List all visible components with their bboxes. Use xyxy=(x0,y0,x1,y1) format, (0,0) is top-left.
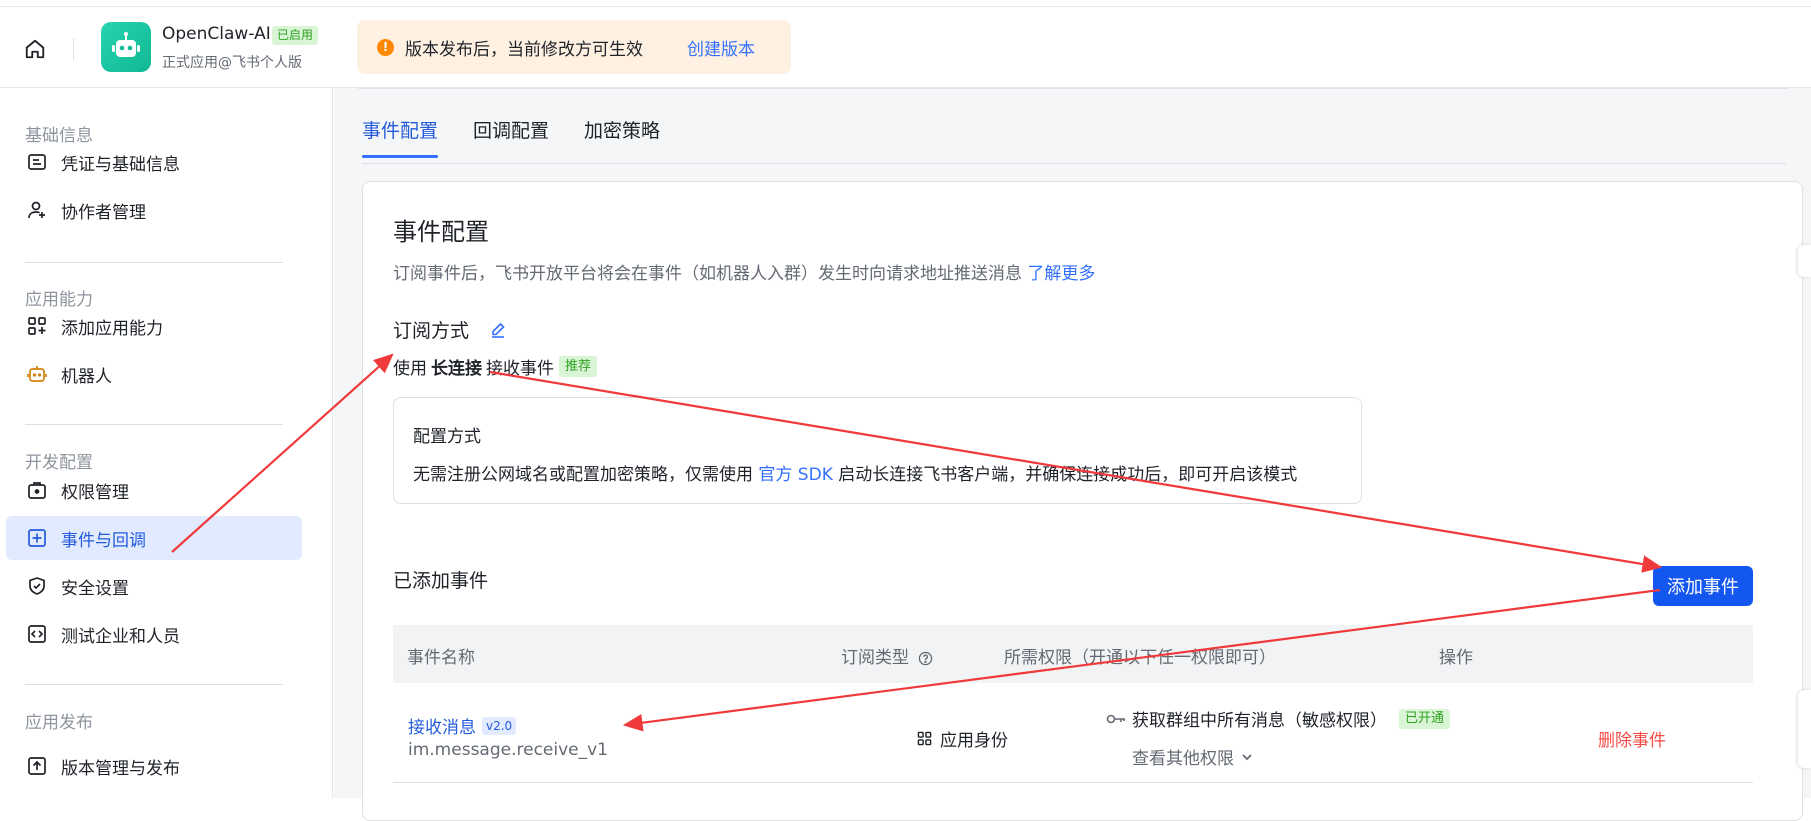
col-header-permission: 所需权限（开通以下任一权限即可） xyxy=(1004,648,1276,668)
permission-enabled-badge: 已开通 xyxy=(1399,708,1451,729)
tab-event-config[interactable]: 事件配置 xyxy=(362,116,439,158)
tab-underline-rule xyxy=(362,163,1786,164)
mode-suffix: 接收事件 xyxy=(486,359,554,379)
view-more-permissions[interactable]: 查看其他权限 xyxy=(1132,744,1254,769)
table-header: 事件名称 订阅类型 所需权限（开通以下任一权限即可） 操作 xyxy=(393,625,1753,683)
config-method-title: 配置方式 xyxy=(413,427,481,447)
delete-event-button[interactable]: 删除事件 xyxy=(1598,726,1666,751)
desc-text: 订阅事件后，飞书开放平台将会在事件（如机器人入群）发生时向请求地址推送消息 xyxy=(393,264,1022,284)
warning-icon: ! xyxy=(377,38,394,56)
sidebar-item-security[interactable]: 安全设置 xyxy=(6,564,302,608)
key-icon xyxy=(1106,712,1126,726)
right-side-handle[interactable] xyxy=(1798,690,1811,768)
app-grid-icon xyxy=(26,315,48,337)
app-subtitle: 正式应用@飞书个人版 xyxy=(162,55,302,71)
top-header: OpenClaw-AI 已启用 正式应用@飞书个人版 ! 版本发布后，当前修改方… xyxy=(0,0,1811,88)
config-method-box: 配置方式 无需注册公网域名或配置加密策略，仅需使用 官方 SDK 启动长连接飞书… xyxy=(393,397,1362,504)
subscription-type-label: 应用身份 xyxy=(940,731,1008,751)
permission-line: 获取群组中所有消息（敏感权限） 已开通 xyxy=(1106,706,1451,731)
add-user-icon xyxy=(26,199,48,221)
home-button[interactable] xyxy=(20,34,50,64)
sidebar-divider xyxy=(25,424,283,425)
col-header-name: 事件名称 xyxy=(407,648,475,668)
col-header-type: 订阅类型 xyxy=(841,648,909,668)
config-method-text: 无需注册公网域名或配置加密策略，仅需使用 官方 SDK 启动长连接飞书客户端，并… xyxy=(413,460,1297,485)
app-identity-icon xyxy=(917,731,932,746)
learn-more-link[interactable]: 了解更多 xyxy=(1027,264,1095,284)
top-border xyxy=(0,6,1811,7)
tab-callback-config[interactable]: 回调配置 xyxy=(473,116,549,157)
shield-icon xyxy=(26,575,48,597)
header-divider xyxy=(73,38,74,60)
event-icon xyxy=(26,527,48,549)
version-notice: ! 版本发布后，当前修改方可生效 创建版本 xyxy=(357,20,791,74)
sidebar-item-label: 机器人 xyxy=(61,366,112,387)
config-text-2: 启动长连接飞书客户端，并确保连接成功后，即可开启该模式 xyxy=(838,465,1298,485)
sidebar-item-label: 测试企业和人员 xyxy=(61,626,180,647)
tab-bar: 事件配置 回调配置 加密策略 xyxy=(362,116,695,158)
app-status-badge: 已启用 xyxy=(272,26,319,45)
sidebar-item-label: 协作者管理 xyxy=(61,202,146,223)
notice-text: 版本发布后，当前修改方可生效 xyxy=(405,39,643,60)
create-version-link[interactable]: 创建版本 xyxy=(687,35,755,60)
event-name-link[interactable]: 接收消息 v2.0 xyxy=(408,713,517,738)
sidebar-item-label: 事件与回调 xyxy=(61,530,146,551)
add-event-button[interactable]: 添加事件 xyxy=(1653,566,1753,606)
official-sdk-link[interactable]: 官方 SDK xyxy=(758,465,832,485)
right-side-handle[interactable] xyxy=(1798,245,1811,277)
event-key: im.message.receive_v1 xyxy=(408,740,608,760)
code-icon xyxy=(26,623,48,645)
top-shadow-line xyxy=(358,88,1788,89)
chevron-down-icon xyxy=(1240,750,1254,764)
sidebar-item-label: 权限管理 xyxy=(61,482,129,503)
edit-icon[interactable] xyxy=(489,321,507,339)
sidebar: 基础信息 凭证与基础信息 协作者管理 应用能力 添加应用能力 机器人 开发配置 … xyxy=(0,88,333,798)
app-name: OpenClaw-AI xyxy=(162,24,271,44)
home-icon xyxy=(25,39,45,59)
config-text-1: 无需注册公网域名或配置加密策略，仅需使用 xyxy=(413,465,753,485)
sidebar-divider xyxy=(25,262,283,263)
event-name: 接收消息 xyxy=(408,718,476,738)
card-description: 订阅事件后，飞书开放平台将会在事件（如机器人入群）发生时向请求地址推送消息 了解… xyxy=(393,259,1095,284)
briefcase-icon xyxy=(26,479,48,501)
col-header-type-wrap: 订阅类型 xyxy=(841,643,933,668)
sidebar-item-permissions[interactable]: 权限管理 xyxy=(6,468,302,512)
sidebar-item-test-users[interactable]: 测试企业和人员 xyxy=(6,612,302,656)
mode-bold: 长连接 xyxy=(431,359,482,379)
version-badge: v2.0 xyxy=(482,716,517,735)
sidebar-item-label: 添加应用能力 xyxy=(61,318,163,339)
table-row: 接收消息 v2.0 im.message.receive_v1 应用身份 获取群… xyxy=(393,683,1753,783)
subscription-type: 应用身份 xyxy=(917,726,1008,751)
help-icon[interactable] xyxy=(918,651,933,666)
card-title: 事件配置 xyxy=(393,218,489,246)
mode-prefix: 使用 xyxy=(393,359,427,379)
permission-name: 获取群组中所有消息（敏感权限） xyxy=(1132,711,1387,731)
subscription-mode-label: 订阅方式 xyxy=(393,320,470,342)
tab-encryption[interactable]: 加密策略 xyxy=(584,116,660,157)
sidebar-item-label: 安全设置 xyxy=(61,578,129,599)
mode-line: 使用 长连接 接收事件 推荐 xyxy=(393,354,598,379)
sidebar-section-title: 应用发布 xyxy=(25,713,93,733)
recommended-badge: 推荐 xyxy=(559,356,598,377)
sidebar-item-add-capability[interactable]: 添加应用能力 xyxy=(6,304,302,348)
col-header-action: 操作 xyxy=(1439,648,1473,668)
sidebar-item-collaborators[interactable]: 协作者管理 xyxy=(6,188,302,232)
sidebar-item-events[interactable]: 事件与回调 xyxy=(6,516,302,560)
sidebar-divider xyxy=(25,684,283,685)
sidebar-item-label: 凭证与基础信息 xyxy=(61,154,180,175)
upload-icon xyxy=(26,755,48,777)
added-events-title: 已添加事件 xyxy=(393,570,489,592)
sidebar-item-robot[interactable]: 机器人 xyxy=(6,352,302,396)
main-content: 事件配置 回调配置 加密策略 事件配置 订阅事件后，飞书开放平台将会在事件（如机… xyxy=(334,88,1811,821)
subscription-mode-title: 订阅方式 xyxy=(393,316,507,343)
robot-icon xyxy=(26,363,48,385)
event-config-card: 事件配置 订阅事件后，飞书开放平台将会在事件（如机器人入群）发生时向请求地址推送… xyxy=(362,181,1803,821)
sidebar-item-credentials[interactable]: 凭证与基础信息 xyxy=(6,140,302,184)
view-more-label: 查看其他权限 xyxy=(1132,749,1234,769)
app-robot-icon xyxy=(101,22,151,72)
credential-icon xyxy=(26,151,48,173)
sidebar-item-release[interactable]: 版本管理与发布 xyxy=(6,744,302,788)
sidebar-item-label: 版本管理与发布 xyxy=(61,758,180,779)
